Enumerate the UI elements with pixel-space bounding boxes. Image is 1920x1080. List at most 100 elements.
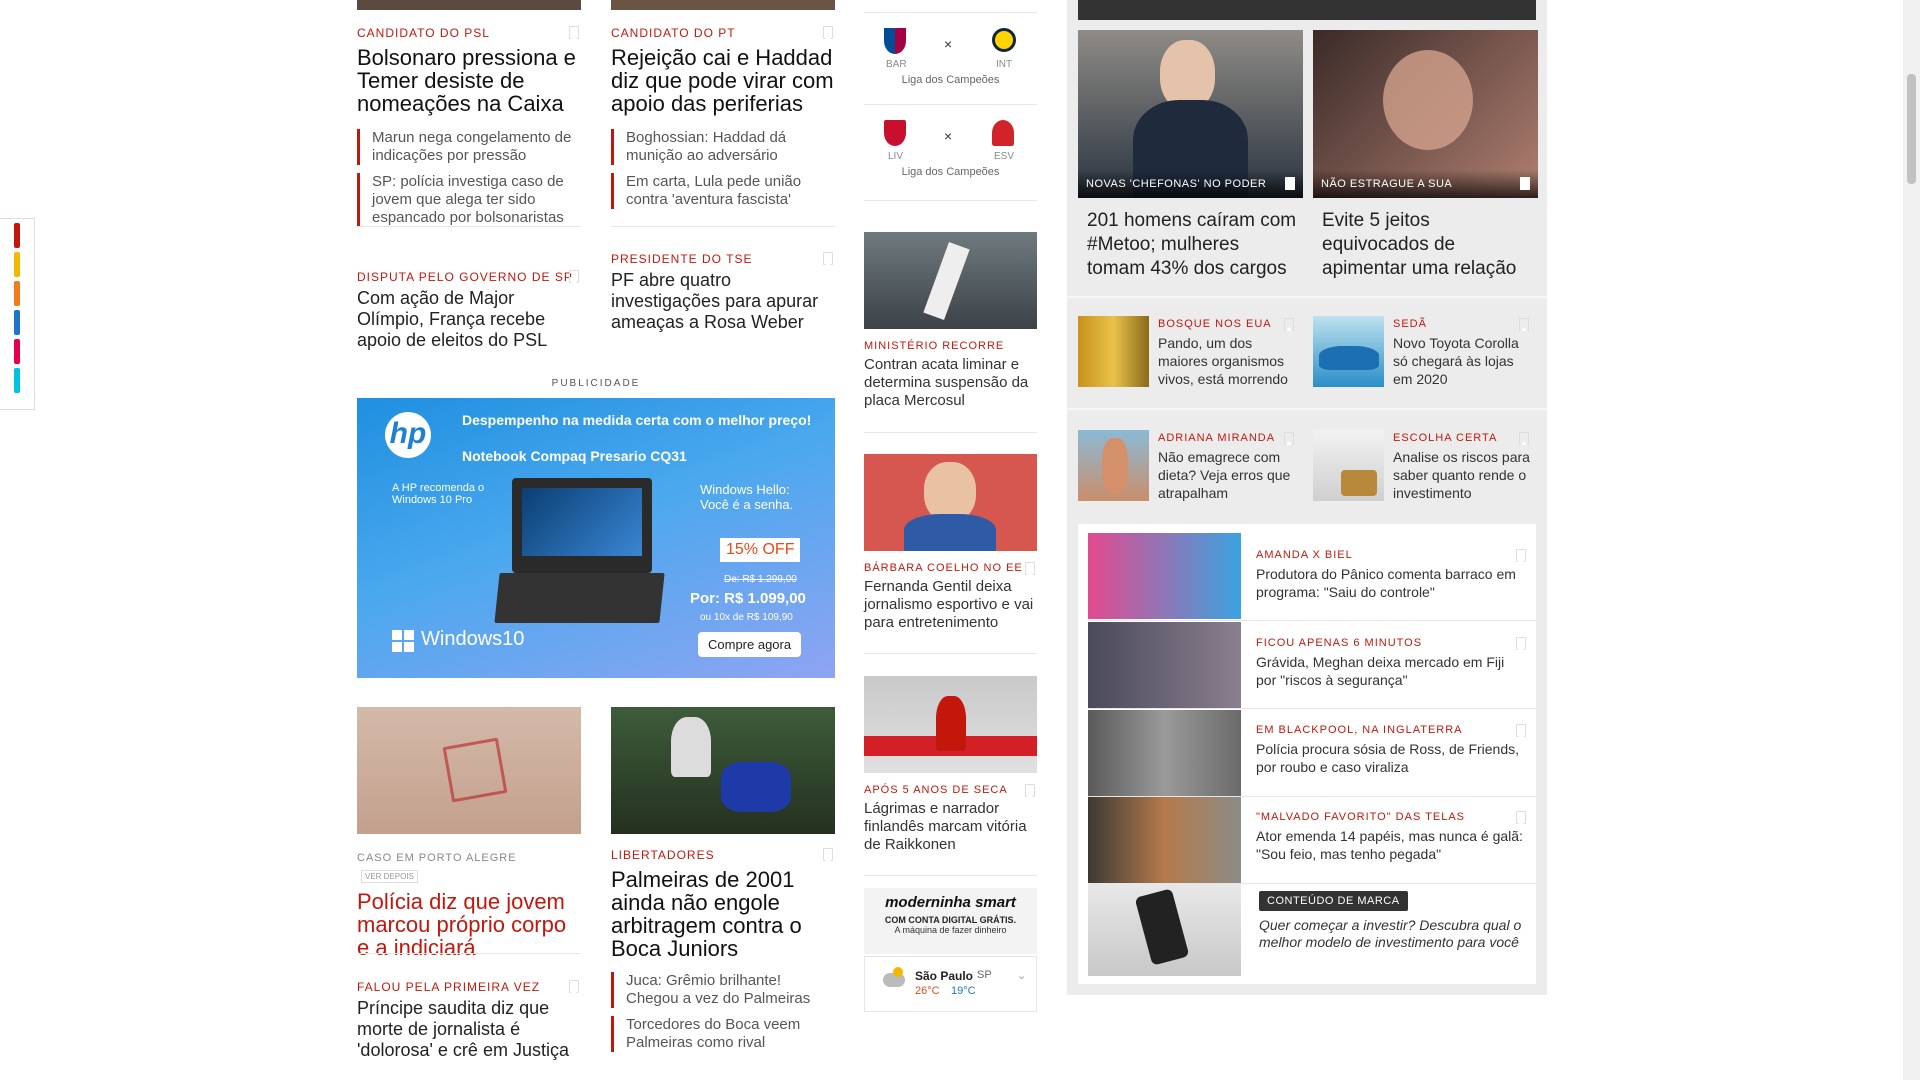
bookmark-icon[interactable] <box>1516 724 1526 737</box>
share-orange[interactable] <box>14 281 20 306</box>
headline[interactable]: Bolsonaro pressiona e Temer desiste de n… <box>357 46 581 115</box>
match-bar-inter[interactable]: BAR × INT Liga dos Campeões <box>864 24 1037 104</box>
mercosul-plate-image[interactable] <box>864 232 1037 329</box>
related-link[interactable]: Marun nega congelamento de indicações po… <box>357 129 581 165</box>
bookmark-icon[interactable] <box>569 270 579 283</box>
bookmark-icon[interactable] <box>1025 562 1035 575</box>
bookmark-icon[interactable] <box>1516 637 1526 650</box>
chevron-down-icon[interactable]: ⌄ <box>1017 969 1026 982</box>
story-bolsonaro[interactable]: CANDIDATO DO PSL Bolsonaro pressiona e T… <box>357 26 581 235</box>
raikkonen-image[interactable] <box>864 676 1037 773</box>
bookmark-icon[interactable] <box>823 848 833 861</box>
bookmark-icon[interactable] <box>1519 318 1529 331</box>
card-image-chefonas[interactable]: NOVAS 'CHEFONAS' NO PODER <box>1078 30 1303 198</box>
small-story-dieta[interactable]: ADRIANA MIRANDA Não emagrece com dieta? … <box>1158 432 1300 502</box>
away-team: ESV <box>994 151 1015 162</box>
bookmark-icon[interactable] <box>823 252 833 265</box>
list-item[interactable]: EM BLACKPOOL, NA INGLATERRA Polícia proc… <box>1256 724 1526 776</box>
share-cyan[interactable] <box>14 368 20 393</box>
small-story-investimento[interactable]: ESCOLHA CERTA Analise os riscos para sab… <box>1393 432 1535 502</box>
headline[interactable]: Produtora do Pânico comenta barraco em p… <box>1256 565 1526 601</box>
watch-later-button[interactable]: VER DEPOIS <box>361 870 418 883</box>
list-image-meghan[interactable] <box>1088 622 1241 708</box>
top-mid-image[interactable] <box>611 0 835 10</box>
list-item[interactable]: FICOU APENAS 6 MINUTOS Grávida, Meghan d… <box>1256 637 1526 689</box>
hp-ad-banner[interactable]: hp Despempenho na medida certa com o mel… <box>357 398 835 678</box>
share-blue[interactable] <box>14 310 20 335</box>
small-story-corolla[interactable]: SEDÃ Novo Toyota Corolla só chegará às l… <box>1393 318 1535 388</box>
forest-image[interactable] <box>1078 316 1149 387</box>
bookmark-icon[interactable] <box>1516 811 1526 824</box>
list-image-ator[interactable] <box>1088 797 1241 883</box>
headline[interactable]: Palmeiras de 2001 ainda não engole arbit… <box>611 868 835 960</box>
list-image-panico[interactable] <box>1088 533 1241 619</box>
share-pink[interactable] <box>14 339 20 364</box>
bookmark-icon[interactable] <box>1025 784 1035 797</box>
bookmark-icon[interactable] <box>1284 432 1294 445</box>
brand-content-text[interactable]: Quer começar a investir? Descubra qual o… <box>1259 917 1527 951</box>
story-principe[interactable]: FALOU PELA PRIMEIRA VEZ Príncipe saudita… <box>357 980 581 1061</box>
list-item[interactable]: "MALVADO FAVORITO" DAS TELAS Ator emenda… <box>1256 811 1526 863</box>
corolla-image[interactable] <box>1313 316 1384 387</box>
brand-content-image[interactable] <box>1088 884 1241 976</box>
moderninha-ad[interactable]: moderninha smart COM CONTA DIGITAL GRÁTI… <box>864 888 1037 954</box>
headline[interactable]: Novo Toyota Corolla só chegará às lojas … <box>1393 334 1535 388</box>
share-yellow[interactable] <box>14 252 20 277</box>
bookmark-icon[interactable] <box>1519 432 1529 445</box>
match-liv-esv[interactable]: LIV × ESV Liga dos Campeões <box>864 116 1037 196</box>
headline[interactable]: Ator emenda 14 papéis, mas nunca é galã:… <box>1256 827 1526 863</box>
story-fernanda[interactable]: BÁRBARA COELHO NO EE Fernanda Gentil dei… <box>864 562 1037 632</box>
headline[interactable]: Analise os riscos para saber quanto rend… <box>1393 448 1535 502</box>
headline[interactable]: Polícia procura sósia de Ross, de Friend… <box>1256 740 1526 776</box>
story-contran[interactable]: MINISTÉRIO RECORRE Contran acata liminar… <box>864 340 1037 410</box>
headline[interactable]: Príncipe saudita diz que morte de jornal… <box>357 998 581 1061</box>
card-headline-metoo[interactable]: 201 homens caíram com #Metoo; mulheres t… <box>1087 209 1299 281</box>
headline[interactable]: Polícia diz que jovem marcou próprio cor… <box>357 890 581 959</box>
card-headline-relacao[interactable]: Evite 5 jeitos equivocados de apimentar … <box>1322 209 1534 281</box>
story-franca[interactable]: DISPUTA PELO GOVERNO DE SP Com ação de M… <box>357 270 581 351</box>
story-porto-alegre[interactable]: CASO EM PORTO ALEGRE VER DEPOIS Polícia … <box>357 848 581 959</box>
story-pf-rosa[interactable]: PRESIDENTE DO TSE PF abre quatro investi… <box>611 252 835 333</box>
bookmark-icon[interactable] <box>1516 549 1526 562</box>
share-red[interactable] <box>14 223 20 248</box>
ad-cta-button[interactable]: Compre agora <box>698 632 802 657</box>
adriana-image[interactable] <box>1078 430 1149 501</box>
scrollbar-thumb[interactable] <box>1907 74 1916 184</box>
weather-widget[interactable]: São Paulo SP 26°C 19°C ⌄ <box>864 956 1037 1012</box>
arm-symbol-image[interactable] <box>357 707 581 834</box>
headline[interactable]: Rejeição cai e Haddad diz que pode virar… <box>611 46 835 115</box>
story-raikkonen[interactable]: APÓS 5 ANOS DE SECA Lágrimas e narrador … <box>864 784 1037 854</box>
headline[interactable]: Com ação de Major Olímpio, França recebe… <box>357 288 581 351</box>
coins-image[interactable] <box>1313 430 1384 501</box>
headline[interactable]: Pando, um dos maiores organismos vivos, … <box>1158 334 1300 388</box>
bookmark-icon[interactable] <box>569 26 579 39</box>
related-link[interactable]: Juca: Grêmio brilhante! Chegou a vez do … <box>611 972 835 1008</box>
bookmark-icon[interactable] <box>823 26 833 39</box>
kicker: DISPUTA PELO GOVERNO DE SP <box>357 270 573 284</box>
headline[interactable]: Contran acata liminar e determina suspen… <box>864 356 1037 410</box>
headline[interactable]: Fernanda Gentil deixa jornalismo esporti… <box>864 578 1037 632</box>
bookmark-icon[interactable] <box>1284 318 1294 331</box>
story-palmeiras[interactable]: LIBERTADORES Palmeiras de 2001 ainda não… <box>611 848 835 1060</box>
card-image-relacao[interactable]: NÃO ESTRAGUE A SUA <box>1313 30 1538 198</box>
kicker: APÓS 5 ANOS DE SECA <box>864 784 1008 796</box>
list-image-ross[interactable] <box>1088 710 1241 796</box>
small-story-pando[interactable]: BOSQUE NOS EUA Pando, um dos maiores org… <box>1158 318 1300 388</box>
bookmark-icon[interactable] <box>569 980 579 993</box>
list-item[interactable]: AMANDA X BIEL Produtora do Pânico coment… <box>1256 549 1526 601</box>
related-link[interactable]: Boghossian: Haddad dá munição ao adversá… <box>611 129 835 165</box>
headline[interactable]: Não emagrece com dieta? Veja erros que a… <box>1158 448 1300 502</box>
related-link[interactable]: Torcedores do Boca veem Palmeiras como r… <box>611 1016 835 1052</box>
bookmark-icon[interactable] <box>1285 177 1295 190</box>
fernanda-gentil-image[interactable] <box>864 454 1037 551</box>
scrollbar[interactable] <box>1903 0 1920 1080</box>
football-image[interactable] <box>611 707 835 834</box>
headline[interactable]: Lágrimas e narrador finlandês marcam vit… <box>864 800 1037 854</box>
related-link[interactable]: SP: polícia investiga caso de jovem que … <box>357 173 581 227</box>
bookmark-icon[interactable] <box>1520 177 1530 190</box>
headline[interactable]: PF abre quatro investigações para apurar… <box>611 270 835 333</box>
related-link[interactable]: Em carta, Lula pede união contra 'aventu… <box>611 173 835 209</box>
headline[interactable]: Grávida, Meghan deixa mercado em Fiji po… <box>1256 653 1526 689</box>
story-haddad[interactable]: CANDIDATO DO PT Rejeição cai e Haddad di… <box>611 26 835 217</box>
top-left-image[interactable] <box>357 0 581 10</box>
